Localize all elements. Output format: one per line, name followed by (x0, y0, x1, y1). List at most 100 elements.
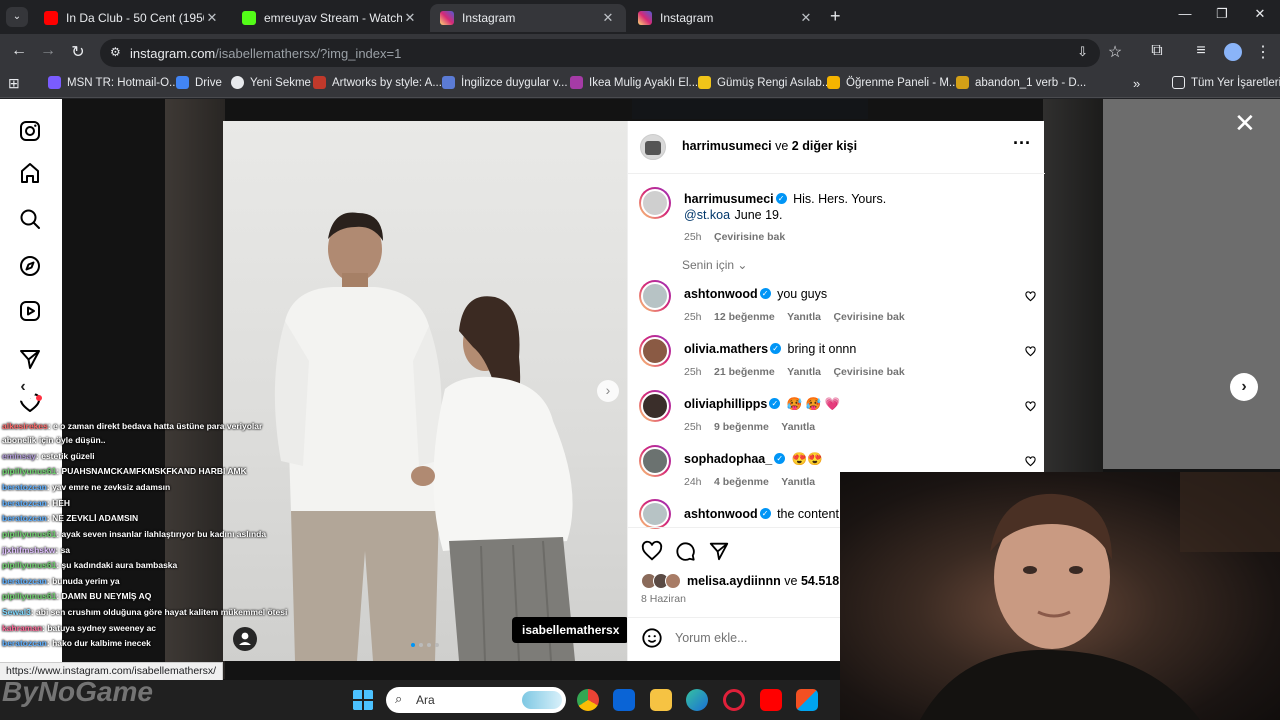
back-button[interactable]: ← (8, 42, 30, 60)
caption-avatar[interactable] (639, 187, 671, 219)
header-others[interactable]: 2 diğer kişi (792, 139, 857, 153)
bookmark-drive[interactable]: Drive (176, 76, 222, 89)
comment-username[interactable]: sophadophaa_ (684, 452, 772, 466)
close-tab-icon[interactable]: ✕ (798, 10, 814, 26)
extensions-icon[interactable]: ⧉ (1146, 42, 1168, 60)
instagram-logo-icon[interactable] (18, 119, 42, 143)
comment-icon[interactable] (674, 540, 696, 562)
opera-icon[interactable] (723, 689, 745, 711)
emoji-icon[interactable] (641, 627, 663, 649)
comment-likes[interactable]: 21 beğenme (714, 366, 775, 378)
search-highlight-icon (522, 691, 562, 709)
new-tab-button[interactable]: + (830, 6, 841, 27)
windows-start-icon[interactable] (352, 689, 374, 711)
profile-avatar[interactable] (1224, 43, 1242, 61)
bookmark-artworks[interactable]: Artworks by style: A... (313, 76, 442, 89)
comment-like-icon[interactable] (1025, 346, 1036, 357)
bookmarks-overflow-icon[interactable]: » (1133, 76, 1140, 91)
next-post-button[interactable]: › (1230, 373, 1258, 401)
file-explorer-icon[interactable] (650, 689, 672, 711)
all-bookmarks[interactable]: Tüm Yer İşaretleri (1172, 76, 1280, 89)
tab-youtube[interactable]: In Da Club - 50 Cent (1950's So ✕ (34, 4, 230, 32)
outlook-icon[interactable] (613, 689, 635, 711)
comment-avatar[interactable] (639, 280, 671, 312)
comment-likes[interactable]: 12 beğenme (714, 311, 775, 323)
apps-icon[interactable]: ⊞ (8, 75, 20, 92)
explore-icon[interactable] (18, 254, 42, 278)
comment-avatar[interactable] (639, 445, 671, 477)
tab-instagram-active[interactable]: Instagram ✕ (430, 4, 626, 32)
tagged-users-button[interactable] (233, 627, 257, 651)
comment-like-icon[interactable] (1025, 456, 1036, 467)
like-icon[interactable] (641, 540, 663, 562)
header-username[interactable]: harrimusumeci (682, 139, 772, 153)
comment-reply[interactable]: Yanıtla (781, 476, 815, 488)
comment-avatar[interactable] (639, 499, 671, 529)
comment-reply[interactable]: Yanıtla (787, 366, 821, 378)
store-icon[interactable] (796, 689, 818, 711)
reels-icon[interactable] (18, 299, 42, 323)
comment-username[interactable]: olivia.mathers (684, 342, 768, 356)
edge-icon[interactable] (686, 689, 708, 711)
caption-mention[interactable]: @st.koa (684, 208, 730, 222)
media-control-icon[interactable]: ≡ (1190, 42, 1212, 60)
liked-by-user[interactable]: melisa.aydiinnn (687, 574, 781, 588)
bookmark-new-tab[interactable]: Yeni Sekme (231, 76, 311, 89)
share-icon[interactable] (708, 540, 730, 562)
comment-avatar[interactable] (639, 335, 671, 367)
comment-translate[interactable]: Çevirisine bak (833, 366, 904, 378)
bookmark-ingilizce[interactable]: İngilizce duygular v... (442, 76, 568, 89)
comment-likes[interactable]: 4 beğenme (714, 476, 769, 488)
comment-like-icon[interactable] (1025, 291, 1036, 302)
youtube-app-icon[interactable] (760, 689, 782, 711)
close-tab-icon[interactable]: ✕ (204, 10, 220, 26)
verified-badge-icon: ✓ (769, 398, 781, 410)
comment-reply[interactable]: Yanıtla (787, 311, 821, 323)
comment-translate[interactable]: Çevirisine bak (833, 311, 904, 323)
forward-button[interactable]: → (37, 42, 59, 60)
close-tab-icon[interactable]: ✕ (600, 10, 616, 26)
bookmark-ogrenme[interactable]: Öğrenme Paneli - M... (827, 76, 958, 89)
bookmark-gumus[interactable]: Gümüş Rengi Asılab... (698, 76, 831, 89)
bookmark-ikea[interactable]: Ikea Mulig Ayaklı El... (570, 76, 698, 89)
close-tab-icon[interactable]: ✕ (402, 10, 418, 26)
header-avatar[interactable] (640, 134, 666, 160)
home-icon[interactable] (18, 161, 42, 185)
comment-avatar[interactable] (639, 390, 671, 422)
more-options-icon[interactable]: ··· (1013, 133, 1031, 154)
photo-user-tag[interactable]: isabellemathersx (512, 617, 627, 643)
reload-button[interactable]: ↻ (67, 42, 89, 62)
comment-reply[interactable]: Yanıtla (781, 421, 815, 433)
comment-input[interactable]: Yorum ekle... (675, 631, 748, 645)
maximize-button[interactable]: ❐ (1202, 6, 1242, 22)
taskbar-search[interactable]: ⌕ Ara (386, 687, 566, 713)
messages-icon[interactable] (18, 347, 42, 371)
search-icon[interactable] (18, 207, 42, 231)
post-photo[interactable]: › isabellemathersx (223, 121, 627, 661)
comment-username[interactable]: oliviaphillipps (684, 397, 767, 411)
close-window-button[interactable]: ✕ (1240, 6, 1280, 22)
sort-for-you-dropdown[interactable]: Senin için ⌄ (682, 258, 747, 272)
bookmark-star-icon[interactable]: ☆ (1104, 42, 1126, 62)
bookmark-abandon[interactable]: abandon_1 verb - D... (956, 76, 1086, 89)
previous-post-button[interactable]: ‹ (9, 373, 37, 401)
tab-kick[interactable]: emreuyav Stream - Watch Live o ✕ (232, 4, 428, 32)
menu-icon[interactable]: ⋮ (1252, 42, 1274, 62)
tab-title: Instagram (660, 11, 714, 25)
chrome-icon[interactable] (577, 689, 599, 711)
caption-see-translation[interactable]: Çevirisine bak (714, 231, 785, 243)
comment-username[interactable]: ashtonwood (684, 507, 758, 521)
tab-instagram[interactable]: Instagram ✕ (628, 4, 824, 32)
install-app-icon[interactable]: ⇩ (1077, 44, 1088, 60)
comment-username[interactable]: ashtonwood (684, 287, 758, 301)
close-modal-icon[interactable]: ✕ (1234, 110, 1256, 136)
caption-username[interactable]: harrimusumeci (684, 192, 774, 206)
address-bar[interactable]: ⚙ instagram.com/isabellemathersx/?img_in… (100, 39, 1100, 67)
comment-likes[interactable]: 9 beğenme (714, 421, 769, 433)
tab-search-button[interactable]: ⌄ (6, 7, 28, 27)
carousel-next-button[interactable]: › (597, 380, 619, 402)
site-info-icon[interactable]: ⚙ (110, 45, 121, 59)
minimize-button[interactable]: — (1165, 6, 1205, 21)
comment-like-icon[interactable] (1025, 401, 1036, 412)
bookmark-msn[interactable]: MSN TR: Hotmail-O... (48, 76, 179, 89)
